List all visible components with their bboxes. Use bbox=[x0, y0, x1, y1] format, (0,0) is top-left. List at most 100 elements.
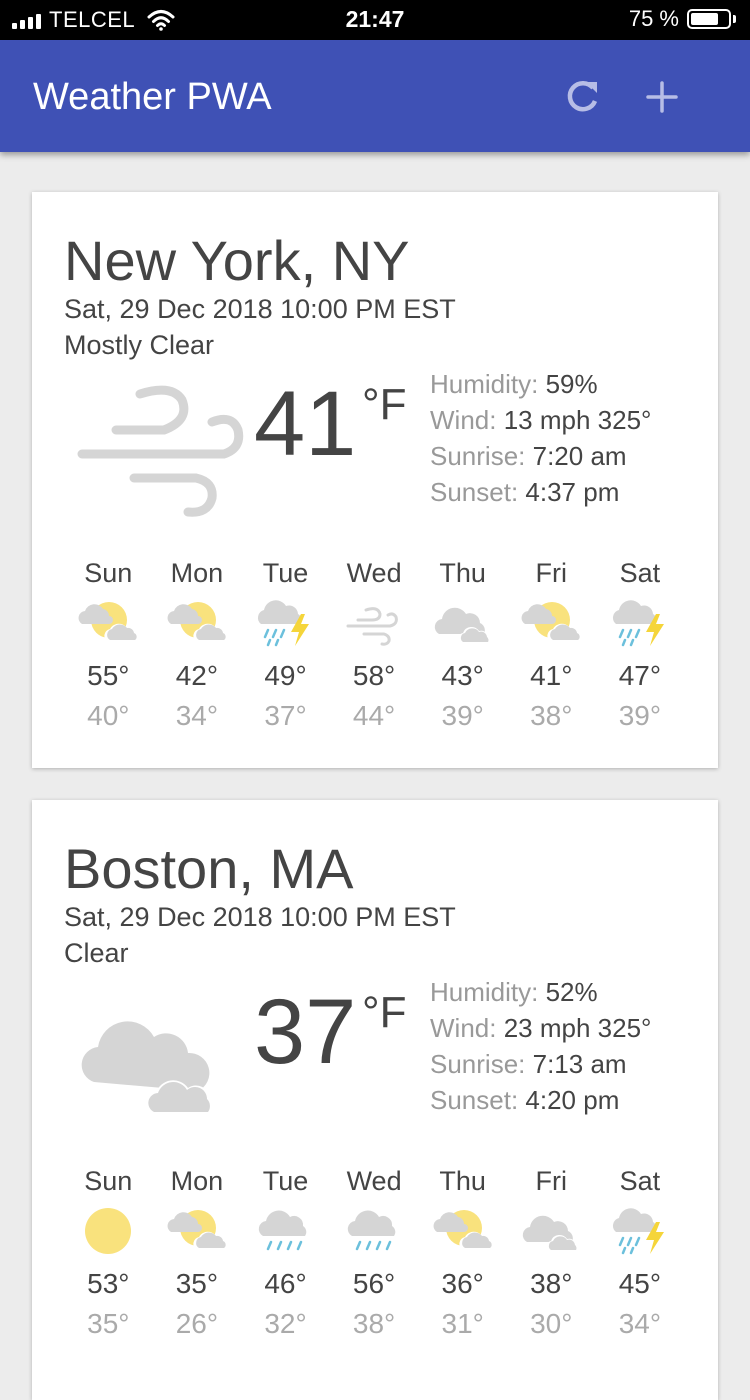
city-name: Boston, MA bbox=[64, 837, 354, 900]
forecast-day-name: Wed bbox=[346, 558, 402, 588]
battery-indicator: 75 % bbox=[629, 6, 736, 32]
forecast-low: 34° bbox=[618, 1308, 662, 1339]
forecast-low: 34° bbox=[175, 700, 219, 731]
sunset-value: 4:20 pm bbox=[525, 1085, 620, 1115]
cloudy-icon bbox=[434, 607, 490, 644]
forecast-day-name: Mon bbox=[170, 558, 224, 588]
forecast-high: 55° bbox=[87, 660, 130, 691]
forecast-day-name: Tue bbox=[262, 1166, 309, 1196]
humidity-value: 52% bbox=[545, 977, 598, 1007]
date-time: Sat, 29 Dec 2018 10:00 PM EST bbox=[64, 294, 456, 324]
wind-row: Wind: 13 mph 325° bbox=[430, 405, 652, 435]
partly-cloudy-icon bbox=[521, 602, 581, 642]
forecast-high: 58° bbox=[352, 660, 396, 691]
forecast-high: 41° bbox=[530, 660, 573, 691]
humidity-row: Humidity: 52% bbox=[430, 977, 598, 1007]
sunrise-row: Sunrise: 7:13 am bbox=[430, 1049, 627, 1079]
forecast-day: Mon 42° 34° bbox=[153, 558, 242, 732]
forecast-day-name: Sun bbox=[84, 558, 133, 588]
current-temperature: 41 bbox=[254, 373, 357, 475]
forecast-low: 39° bbox=[441, 700, 484, 731]
forecast-low: 31° bbox=[441, 1308, 484, 1339]
app-header: Weather PWA bbox=[0, 40, 750, 152]
forecast-day: Tue 46° 32° bbox=[241, 1166, 330, 1340]
forecast-day: Tue 49° 37° bbox=[241, 558, 330, 732]
wind-value: 23 mph 325° bbox=[503, 1013, 652, 1043]
forecast-day-name: Wed bbox=[346, 1166, 402, 1196]
forecast-low: 40° bbox=[87, 700, 130, 731]
forecast-day: Thu 36° 31° bbox=[418, 1166, 507, 1340]
partly-cloudy-icon bbox=[167, 602, 227, 642]
thunderstorm-icon bbox=[258, 600, 310, 647]
forecast-high: 38° bbox=[530, 1268, 573, 1299]
forecast-day-name: Tue bbox=[262, 558, 309, 588]
windy-icon bbox=[346, 607, 398, 646]
cloudy-icon bbox=[523, 1215, 579, 1252]
rain-icon bbox=[259, 1210, 307, 1251]
weather-details: Humidity: 59% Wind: 13 mph 325° Sunrise:… bbox=[430, 366, 651, 510]
weather-card: Boston, MA Sat, 29 Dec 2018 10:00 PM EST… bbox=[32, 800, 718, 1400]
forecast-day: Fri 41° 38° bbox=[507, 558, 596, 732]
forecast-day: Sat 47° 39° bbox=[596, 558, 685, 732]
forecast-day-name: Fri bbox=[535, 558, 567, 588]
weather-description: Mostly Clear bbox=[64, 330, 215, 360]
forecast-high: 53° bbox=[87, 1268, 130, 1299]
sunrise-row: Sunrise: 7:20 am bbox=[430, 441, 627, 471]
add-city-button[interactable] bbox=[637, 72, 687, 122]
weather-card: New York, NY Sat, 29 Dec 2018 10:00 PM E… bbox=[32, 192, 718, 768]
forecast-day: Wed 56° 38° bbox=[330, 1166, 419, 1340]
forecast-day-name: Mon bbox=[170, 1166, 224, 1196]
forecast-low: 32° bbox=[264, 1308, 307, 1339]
humidity-row: Humidity: 59% bbox=[430, 369, 598, 399]
forecast-high: 42° bbox=[175, 660, 219, 691]
refresh-button[interactable] bbox=[557, 72, 607, 122]
forecast-day: Thu 43° 39° bbox=[418, 558, 507, 732]
sunrise-value: 7:13 am bbox=[532, 1049, 627, 1079]
forecast-row: Sun 53° 35° Mon 35° 26° Tue 46° 32° Wed 56° 38° Thu 3… bbox=[64, 1166, 704, 1340]
forecast-day-name: Sat bbox=[619, 1166, 661, 1196]
forecast-day: Sun 55° 40° bbox=[64, 558, 153, 732]
wind-row: Wind: 23 mph 325° bbox=[430, 1013, 652, 1043]
temperature-unit: °F bbox=[362, 380, 407, 429]
weather-details: Humidity: 52% Wind: 23 mph 325° Sunrise:… bbox=[430, 974, 651, 1118]
cloudy-icon bbox=[81, 1021, 215, 1116]
sunset-value: 4:37 pm bbox=[525, 477, 620, 507]
status-bar: TELCEL 21:47 75 % bbox=[0, 0, 750, 40]
forecast-high: 47° bbox=[618, 660, 662, 691]
humidity-value: 59% bbox=[545, 369, 598, 399]
temperature-unit: °F bbox=[362, 988, 407, 1037]
forecast-high: 35° bbox=[175, 1268, 219, 1299]
forecast-high: 45° bbox=[618, 1268, 662, 1299]
current-temperature: 37 bbox=[254, 981, 357, 1083]
forecast-day: Fri 38° 30° bbox=[507, 1166, 596, 1340]
thunderstorm-icon bbox=[612, 1208, 664, 1255]
forecast-row: Sun 55° 40° Mon 42° 34° Tue 49° 37° Wed 58° 44° Thu 4… bbox=[64, 558, 704, 732]
date-time: Sat, 29 Dec 2018 10:00 PM EST bbox=[64, 902, 456, 932]
windy-icon bbox=[77, 385, 244, 517]
partly-cloudy-icon bbox=[433, 1210, 493, 1250]
sunset-row: Sunset: 4:37 pm bbox=[430, 477, 620, 507]
forecast-low: 35° bbox=[87, 1308, 130, 1339]
forecast-day-name: Thu bbox=[439, 1166, 486, 1196]
forecast-day: Sun 53° 35° bbox=[64, 1166, 153, 1340]
forecast-day-name: Thu bbox=[439, 558, 486, 588]
app-title: Weather PWA bbox=[33, 76, 272, 118]
city-name: New York, NY bbox=[64, 229, 410, 292]
forecast-day: Mon 35° 26° bbox=[153, 1166, 242, 1340]
sunny-icon bbox=[85, 1208, 132, 1254]
plus-icon bbox=[646, 81, 678, 113]
battery-icon bbox=[687, 9, 731, 29]
partly-cloudy-icon bbox=[167, 1210, 227, 1250]
forecast-high: 46° bbox=[264, 1268, 307, 1299]
thunderstorm-icon bbox=[612, 600, 664, 647]
battery-percentage: 75 % bbox=[628, 6, 679, 31]
forecast-day-name: Sat bbox=[619, 558, 661, 588]
forecast-low: 38° bbox=[530, 700, 573, 731]
sunrise-value: 7:20 am bbox=[532, 441, 627, 471]
sunset-row: Sunset: 4:20 pm bbox=[430, 1085, 620, 1115]
wind-value: 13 mph 325° bbox=[503, 405, 652, 435]
rain-icon bbox=[347, 1210, 396, 1251]
forecast-low: 26° bbox=[175, 1308, 219, 1339]
forecast-high: 49° bbox=[264, 660, 307, 691]
forecast-low: 30° bbox=[530, 1308, 573, 1339]
